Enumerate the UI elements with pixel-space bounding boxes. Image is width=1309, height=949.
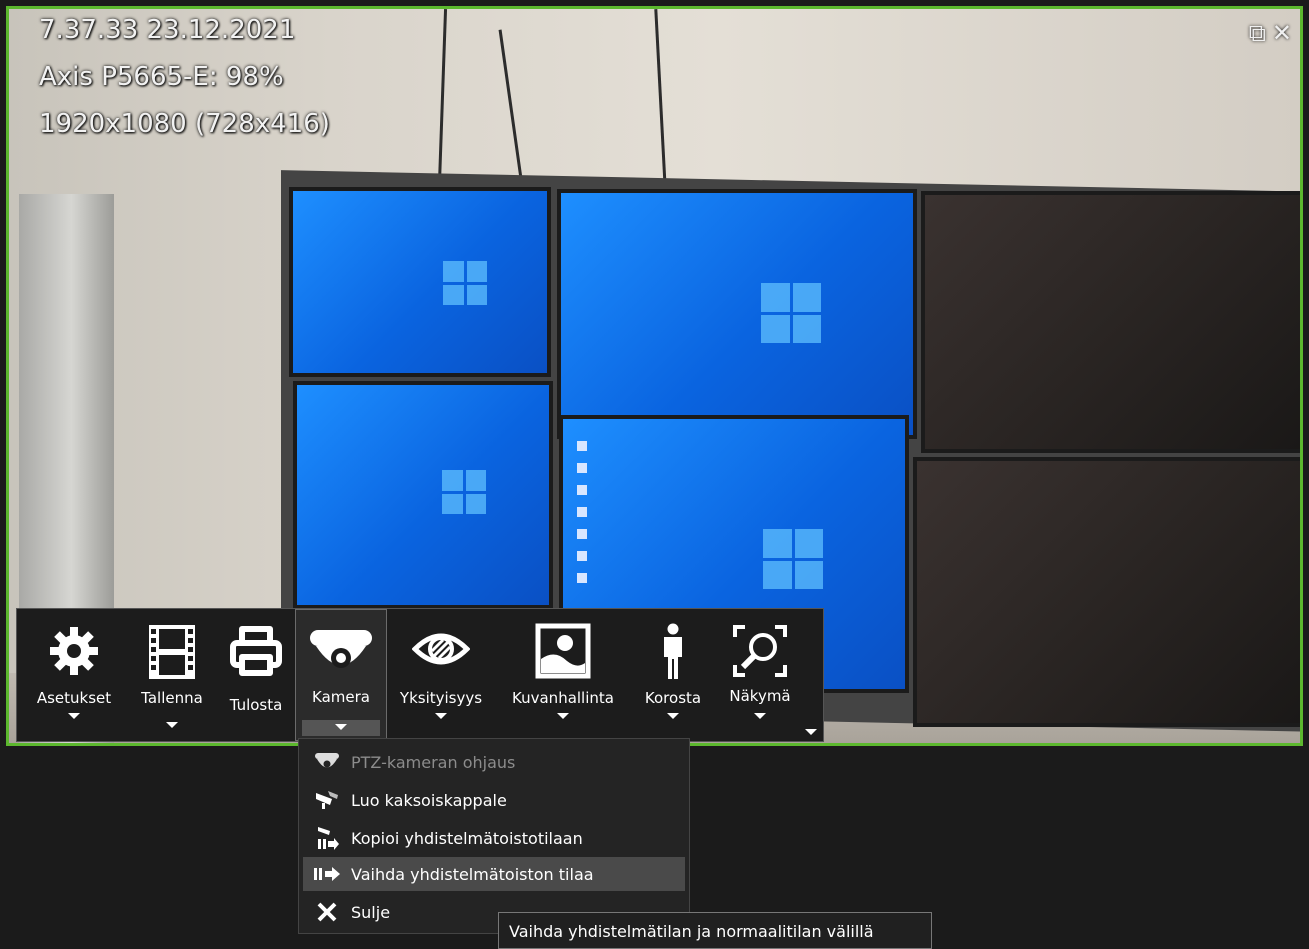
- ptz-camera-icon: [315, 753, 339, 768]
- copy-to-composite-icon: [318, 827, 339, 850]
- resolution-overlay: 1920x1080 (728x416): [39, 109, 330, 139]
- toolbar-overflow-icon[interactable]: [805, 729, 817, 735]
- display-screen: [557, 189, 917, 439]
- menu-item-duplicate[interactable]: Luo kaksoiskappale: [303, 783, 685, 817]
- windows-logo-icon: [442, 470, 486, 514]
- privacy-eye-icon: [412, 633, 470, 665]
- image-control-button[interactable]: Kuvanhallinta: [495, 609, 631, 741]
- chevron-down-icon: [435, 713, 447, 719]
- display-screen: [921, 191, 1300, 453]
- popout-icon[interactable]: ⧉: [1249, 19, 1266, 47]
- chevron-down-icon: [754, 713, 766, 719]
- close-icon[interactable]: ✕: [1272, 19, 1292, 47]
- settings-button[interactable]: Asetukset: [21, 609, 127, 741]
- windows-logo-icon: [443, 261, 487, 305]
- menu-item-switch-composite[interactable]: Vaihda yhdistelmätoiston tilaa: [303, 857, 685, 891]
- zoom-view-icon: [733, 625, 787, 677]
- display-screen: [293, 381, 553, 609]
- cable: [437, 9, 448, 184]
- chevron-down-icon: [166, 722, 178, 728]
- dome-camera-icon: [310, 630, 372, 668]
- menu-item-label: Sulje: [351, 902, 391, 922]
- person-icon: [664, 623, 682, 679]
- desktop-icons: [573, 429, 599, 595]
- chevron-down-icon: [335, 724, 347, 730]
- highlight-label: Korosta: [644, 689, 702, 707]
- display-screen: [913, 457, 1300, 727]
- print-button[interactable]: Tulosta: [217, 609, 295, 741]
- gear-icon: [50, 627, 98, 675]
- chevron-down-icon: [557, 713, 569, 719]
- film-icon: [149, 625, 195, 679]
- display-screen: [289, 187, 551, 377]
- image-control-icon: [535, 623, 591, 679]
- menu-item-label: PTZ-kameran ohjaus: [351, 752, 516, 772]
- menu-item-label: Vaihda yhdistelmätoiston tilaa: [351, 864, 594, 884]
- windows-logo-icon: [763, 529, 823, 589]
- menu-item-label: Luo kaksoiskappale: [351, 790, 507, 810]
- record-label: Tallenna: [141, 689, 203, 707]
- printer-icon: [230, 626, 282, 676]
- camera-info-overlay: Axis P5665-E: 98%: [39, 62, 284, 92]
- menu-item-copy-to-composite[interactable]: Kopioi yhdistelmätoistotilaan: [303, 821, 685, 855]
- camera-dropdown-menu: PTZ-kameran ohjaus Luo kaksoiskappale Ko…: [298, 738, 690, 934]
- timestamp-overlay: 7.37.33 23.12.2021: [39, 15, 296, 45]
- view-button[interactable]: Näkymä: [715, 609, 805, 741]
- record-button[interactable]: Tallenna: [127, 609, 217, 741]
- menu-item-ptz-control[interactable]: PTZ-kameran ohjaus: [303, 745, 685, 779]
- tooltip: Vaihda yhdistelmätilan ja normaalitilan …: [498, 912, 932, 949]
- camera-label: Kamera: [312, 688, 370, 706]
- camera-menu-button[interactable]: Kamera: [295, 609, 387, 741]
- menu-item-label: Kopioi yhdistelmätoistotilaan: [351, 828, 583, 848]
- duplicate-camera-icon: [316, 791, 338, 809]
- view-window-controls: ⧉ ✕: [1249, 19, 1292, 47]
- privacy-label: Yksityisyys: [399, 689, 483, 707]
- image-control-label: Kuvanhallinta: [512, 689, 614, 707]
- chevron-down-icon: [68, 713, 80, 719]
- privacy-button[interactable]: Yksityisyys: [389, 609, 493, 741]
- print-label: Tulosta: [229, 696, 283, 714]
- view-label: Näkymä: [729, 687, 791, 705]
- windows-logo-icon: [761, 283, 821, 343]
- chevron-down-icon: [667, 713, 679, 719]
- camera-toolbar: Asetukset Tallenna Tulosta Kamera Yksity…: [16, 608, 824, 742]
- settings-label: Asetukset: [36, 689, 112, 707]
- highlight-button[interactable]: Korosta: [631, 609, 715, 741]
- switch-composite-icon: [314, 867, 340, 881]
- cable: [654, 9, 667, 189]
- close-icon: [317, 902, 337, 922]
- cable: [498, 29, 523, 179]
